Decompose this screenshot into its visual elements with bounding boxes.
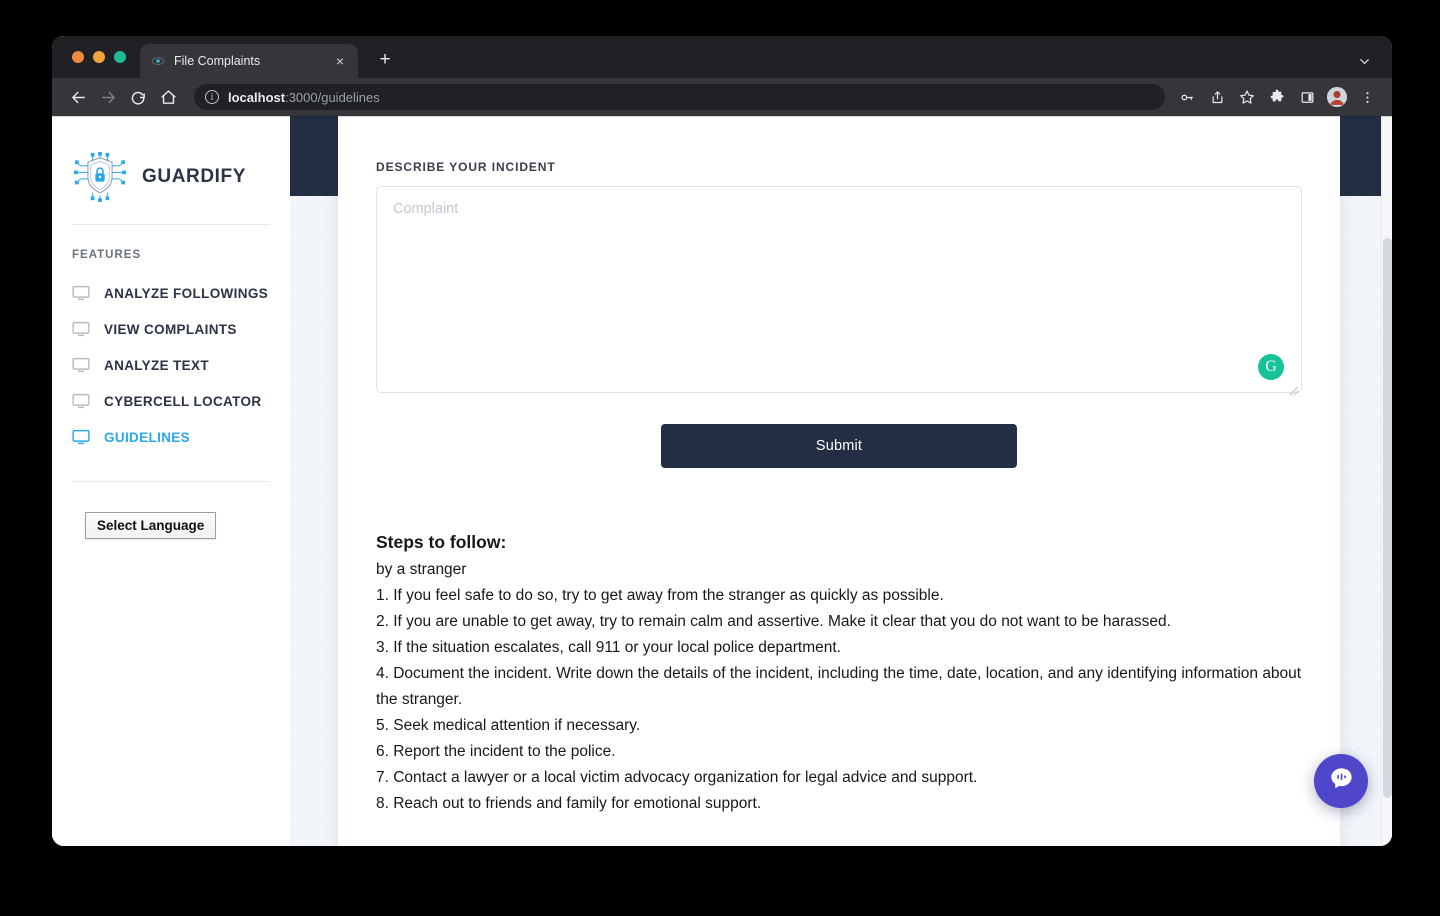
monitor-icon [72, 285, 90, 301]
sidebar-item-label: CYBERCELL LOCATOR [104, 393, 262, 409]
forward-arrow-icon[interactable] [94, 83, 122, 111]
page-scrollbar[interactable] [1381, 116, 1392, 846]
complaint-textarea[interactable] [376, 186, 1302, 393]
info-circle-icon[interactable]: i [205, 90, 219, 104]
list-item: 2. If you are unable to get away, try to… [376, 613, 1171, 630]
extensions-puzzle-icon[interactable] [1264, 84, 1290, 110]
browser-window: File Complaints × + i localhost:3000/gui… [52, 36, 1392, 846]
back-arrow-icon[interactable] [64, 83, 92, 111]
main-content: DESCRIBE YOUR INCIDENT G Submit Steps to… [290, 116, 1392, 846]
new-tab-button[interactable]: + [372, 47, 398, 73]
brand-name: GUARDIFY [142, 166, 247, 187]
address-bar-url: localhost:3000/guidelines [228, 90, 380, 105]
brand-header: GUARDIFY [52, 116, 290, 212]
sidebar-nav: ANALYZE FOLLOWINGS VIEW COMPLAINTS ANALY… [52, 261, 290, 455]
complaint-field-wrapper: G [376, 186, 1302, 398]
grammarly-icon[interactable]: G [1258, 354, 1284, 380]
sidebar-item-cybercell-locator[interactable]: CYBERCELL LOCATOR [52, 383, 290, 419]
side-panel-icon[interactable] [1294, 84, 1320, 110]
url-host: localhost [228, 89, 286, 105]
list-item: 7. Contact a lawyer or a local victim ad… [376, 769, 978, 786]
resize-handle-icon[interactable] [1287, 383, 1299, 396]
language-section: Select Language [52, 455, 290, 539]
sidebar-item-view-complaints[interactable]: VIEW COMPLAINTS [52, 311, 290, 347]
browser-tab[interactable]: File Complaints × [140, 44, 358, 78]
share-icon[interactable] [1204, 84, 1230, 110]
steps-section: Steps to follow: by a stranger 1. If you… [376, 532, 1302, 817]
list-item: 3. If the situation escalates, call 911 … [376, 639, 841, 656]
scrollbar-thumb[interactable] [1383, 238, 1392, 798]
avatar [1327, 87, 1347, 107]
sidebar-item-label: GUIDELINES [104, 429, 191, 445]
browser-tab-title: File Complaints [174, 54, 261, 68]
features-heading: FEATURES [72, 249, 142, 261]
viewport-top-divider [52, 116, 1392, 117]
close-icon[interactable]: × [332, 53, 348, 69]
url-path: :3000/guidelines [285, 89, 380, 105]
list-item: 5. Seek medical attention if necessary. [376, 717, 641, 734]
chevron-down-icon[interactable] [1354, 51, 1374, 71]
complaint-card: DESCRIBE YOUR INCIDENT G Submit Steps to… [338, 116, 1340, 846]
select-language-dropdown[interactable]: Select Language [85, 512, 217, 539]
monitor-icon [72, 357, 90, 373]
sidebar-item-analyze-followings[interactable]: ANALYZE FOLLOWINGS [52, 275, 290, 311]
chat-bubble-icon [1328, 765, 1355, 797]
list-item: 8. Reach out to friends and family for e… [376, 795, 762, 812]
key-icon[interactable] [1174, 84, 1200, 110]
monitor-icon [72, 321, 90, 337]
sidebar-divider-bottom [72, 481, 270, 482]
guardify-favicon [150, 54, 165, 69]
list-item: 6. Report the incident to the police. [376, 743, 616, 760]
submit-row: Submit [376, 424, 1302, 468]
bookmark-star-icon[interactable] [1234, 84, 1260, 110]
submit-button[interactable]: Submit [661, 424, 1017, 468]
monitor-icon [72, 393, 90, 409]
steps-subtitle: by a stranger [376, 561, 467, 578]
sidebar-item-label: ANALYZE FOLLOWINGS [104, 285, 269, 301]
page-viewport: GUARDIFY FEATURES ANALYZE FOLLOWINGS VIE… [52, 116, 1392, 846]
home-icon[interactable] [154, 83, 182, 111]
maximize-window-button[interactable] [114, 51, 126, 63]
list-item: 1. If you feel safe to do so, try to get… [376, 587, 944, 604]
chat-support-button[interactable] [1314, 754, 1368, 808]
browser-tab-strip: File Complaints × + [52, 36, 1392, 78]
profile-avatar-icon[interactable] [1324, 84, 1350, 110]
sidebar-item-label: VIEW COMPLAINTS [104, 321, 237, 337]
minimize-window-button[interactable] [93, 51, 105, 63]
steps-list: 1. If you feel safe to do so, try to get… [376, 583, 1302, 817]
close-window-button[interactable] [72, 51, 84, 63]
browser-toolbar: i localhost:3000/guidelines [52, 78, 1392, 116]
sidebar-item-guidelines[interactable]: GUIDELINES [52, 419, 290, 455]
monitor-icon [72, 429, 90, 445]
address-bar[interactable]: i localhost:3000/guidelines [194, 84, 1165, 110]
sidebar-item-analyze-text[interactable]: ANALYZE TEXT [52, 347, 290, 383]
reload-icon[interactable] [124, 83, 152, 111]
app-sidebar: GUARDIFY FEATURES ANALYZE FOLLOWINGS VIE… [52, 116, 290, 846]
toolbar-icon-group [1174, 84, 1380, 110]
steps-title: Steps to follow: [376, 532, 507, 552]
describe-incident-label: DESCRIBE YOUR INCIDENT [376, 160, 556, 174]
window-traffic-lights [72, 51, 126, 63]
three-dot-menu-icon[interactable] [1354, 84, 1380, 110]
sidebar-item-label: ANALYZE TEXT [104, 357, 209, 373]
shield-lock-circuit-logo [72, 152, 128, 202]
list-item: 4. Document the incident. Write down the… [376, 665, 1302, 708]
